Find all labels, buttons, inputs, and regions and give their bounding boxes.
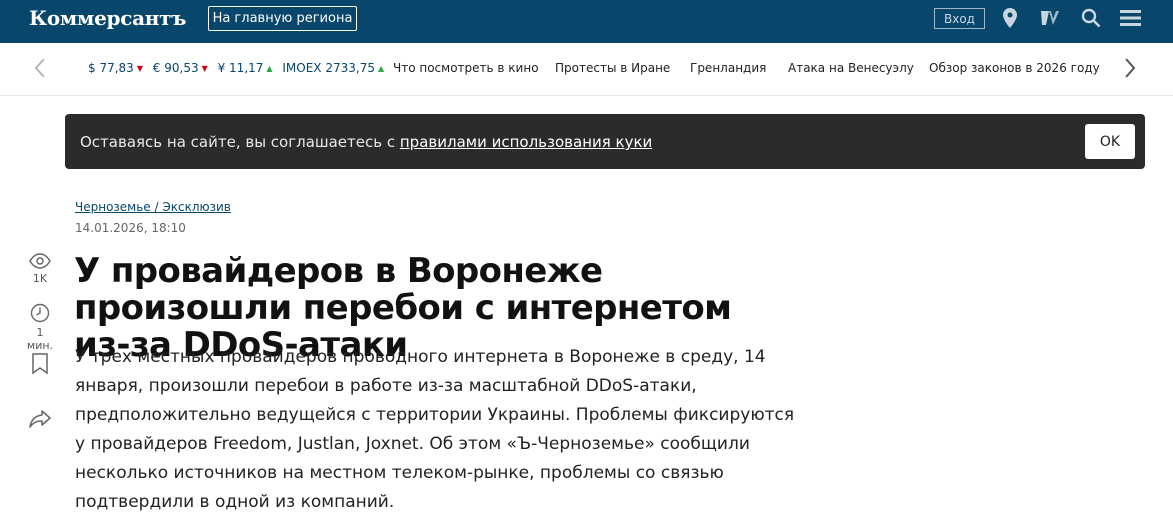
rate-usd[interactable]: $ 77,83 ▼ (88, 61, 143, 75)
ticker-link[interactable]: Протесты в Иране (555, 61, 670, 75)
views-counter: 1K (22, 253, 58, 285)
ticker-link[interactable]: Атака на Венесуэлу (788, 61, 914, 75)
bookmark-icon[interactable] (22, 353, 58, 378)
article-rubric[interactable]: Черноземье / Эксклюзив (75, 200, 231, 214)
ticker-link[interactable]: Что посмотреть в кино (393, 61, 539, 75)
article-datetime: 14.01.2026, 18:10 (75, 221, 186, 235)
read-time: 1 мин. (22, 303, 58, 352)
chevron-left-icon[interactable] (34, 57, 48, 81)
eye-icon (29, 253, 51, 269)
views-count: 1K (32, 272, 48, 285)
cookie-text: Оставаясь на сайте, вы соглашаетесь с пр… (80, 133, 653, 151)
ticker-link[interactable]: Обзор законов в 2026 году (929, 61, 1100, 75)
read-time-value: 1 мин. (26, 326, 54, 352)
region-home-button[interactable]: На главную региона (208, 6, 357, 31)
rate-imoex[interactable]: IMOEX 2733,75 ▲ (282, 61, 384, 75)
article-lead: У трех местных провайдеров проводного ин… (75, 347, 795, 512)
trend-up-icon: ▲ (266, 64, 273, 73)
cookie-ok-button[interactable]: OK (1085, 124, 1135, 159)
share-icon[interactable] (22, 409, 58, 432)
trend-down-icon: ▼ (136, 64, 143, 73)
trend-up-icon: ▲ (377, 64, 385, 73)
menu-icon[interactable] (1119, 6, 1141, 30)
location-icon[interactable] (1002, 6, 1018, 30)
rate-cny[interactable]: ¥ 11,17 ▲ (218, 61, 273, 75)
tv-icon[interactable] (1038, 6, 1062, 30)
login-button[interactable]: Вход (934, 8, 985, 29)
site-logo[interactable]: Коммерсантъ (29, 6, 187, 30)
cookie-policy-link[interactable]: правилами использования куки (400, 133, 652, 151)
clock-icon (30, 303, 50, 323)
ticker-link[interactable]: Гренландия (690, 61, 766, 75)
ticker-bar: $ 77,83 ▼ € 90,53 ▼ ¥ 11,17 ▲ IMOEX 2733,75… (0, 43, 1173, 96)
currency-rates: $ 77,83 ▼ € 90,53 ▼ ¥ 11,17 ▲ IMOEX 2733,75… (88, 61, 390, 75)
chevron-right-icon[interactable] (1124, 57, 1138, 81)
cookie-banner: Оставаясь на сайте, вы соглашаетесь с пр… (65, 114, 1145, 169)
top-header: Коммерсантъ На главную региона Вход (0, 0, 1173, 43)
trend-down-icon: ▼ (201, 64, 208, 73)
search-icon[interactable] (1080, 6, 1102, 30)
rate-eur[interactable]: € 90,53 ▼ (153, 61, 208, 75)
